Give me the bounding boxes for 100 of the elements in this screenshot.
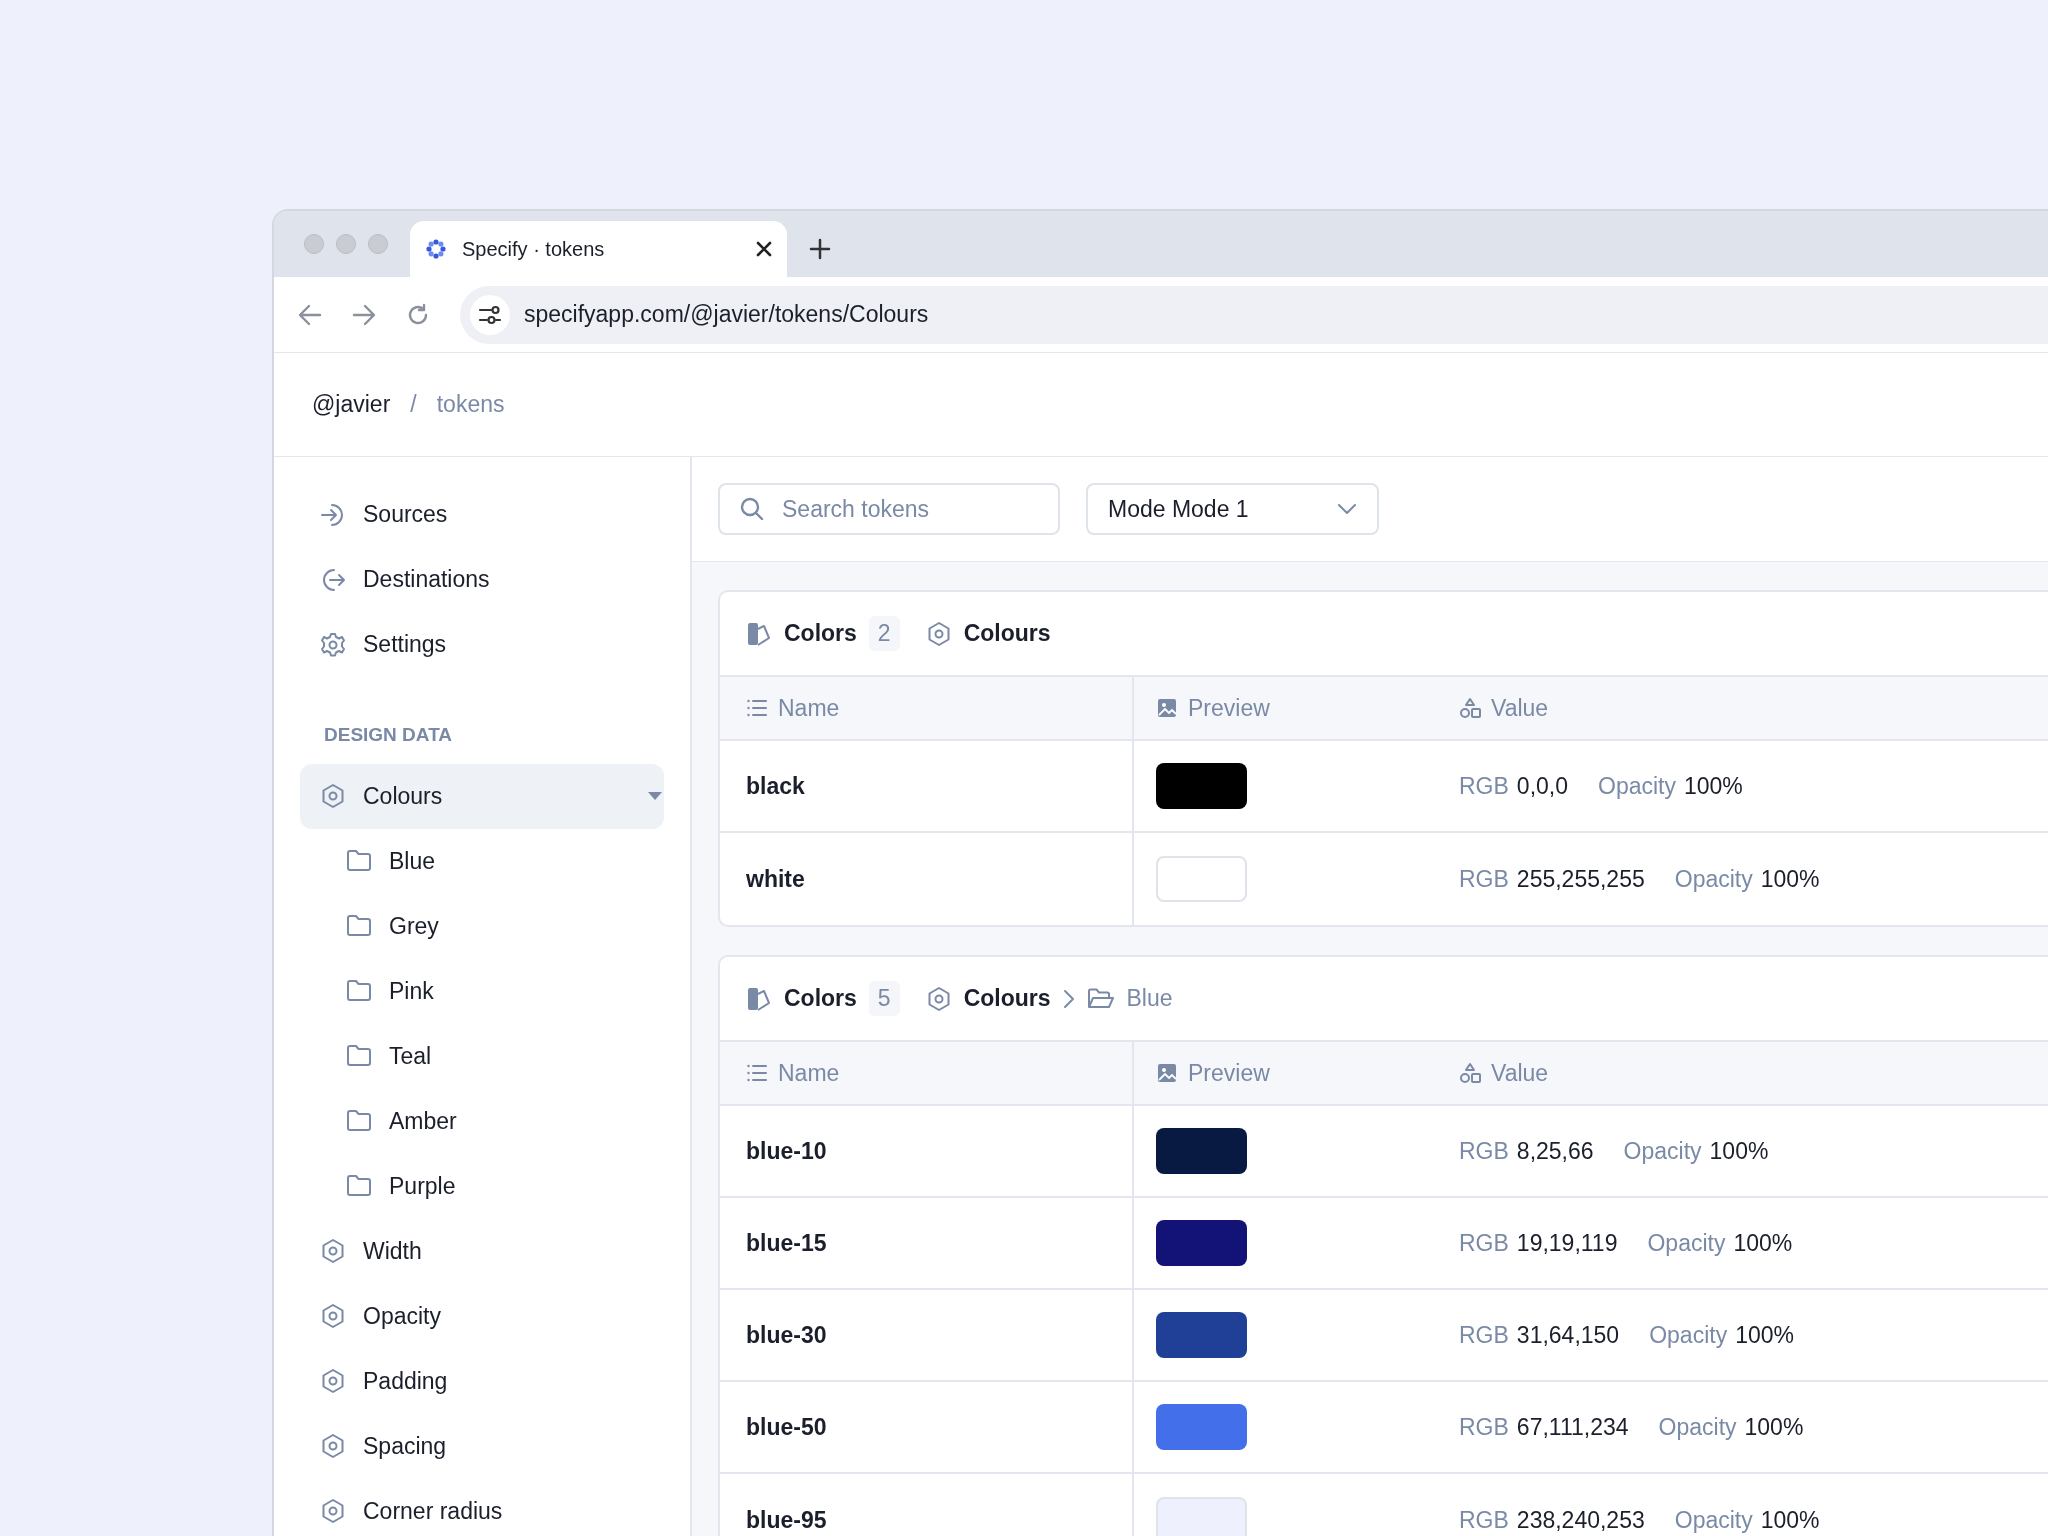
sidebar-item[interactable]: Corner radius bbox=[300, 1478, 664, 1536]
column-header: Preview bbox=[1188, 1058, 1270, 1088]
value-label: RGB bbox=[1459, 1228, 1509, 1258]
value-label: Opacity bbox=[1658, 1412, 1737, 1442]
value-label: Opacity bbox=[1649, 1320, 1728, 1350]
back-arrow-icon[interactable] bbox=[298, 303, 322, 326]
sidebar-nav-item[interactable]: Destinations bbox=[300, 547, 664, 612]
address-bar[interactable]: specifyapp.com/@javier/tokens/Colours bbox=[460, 285, 2048, 344]
folder-icon bbox=[346, 848, 372, 874]
token-name: blue-10 bbox=[746, 1136, 827, 1166]
sidebar-item[interactable]: Opacity bbox=[300, 1283, 664, 1349]
column-header: Name bbox=[778, 693, 840, 723]
hexagon-icon bbox=[320, 1433, 346, 1459]
sidebar-item[interactable]: Padding bbox=[300, 1348, 664, 1414]
count-badge: 2 bbox=[868, 616, 900, 651]
opacity-value: 100% bbox=[1760, 1505, 1820, 1535]
folder-icon bbox=[346, 913, 372, 939]
dotted-ring-icon bbox=[424, 237, 448, 261]
search-icon bbox=[740, 497, 764, 521]
open-folder-icon bbox=[1086, 986, 1115, 1011]
path-link[interactable]: Colours bbox=[963, 616, 1051, 651]
list-icon bbox=[746, 1062, 768, 1084]
folder-icon bbox=[346, 978, 372, 1004]
opacity-value: 100% bbox=[1744, 1412, 1804, 1442]
arrow-out-icon bbox=[320, 566, 346, 593]
sidebar-nav-item[interactable]: Sources bbox=[300, 482, 664, 547]
plus-icon[interactable] bbox=[809, 238, 831, 260]
sidebar-folder-item[interactable]: Teal bbox=[300, 1023, 664, 1089]
close-icon[interactable] bbox=[755, 240, 773, 258]
folder-icon bbox=[346, 1173, 372, 1199]
rgb-value: 0,0,0 bbox=[1516, 771, 1568, 801]
sidebar-folder-item[interactable]: Grey bbox=[300, 893, 664, 959]
rgb-value: 238,240,253 bbox=[1516, 1505, 1645, 1535]
value-label: RGB bbox=[1459, 1505, 1509, 1535]
reload-icon[interactable] bbox=[406, 302, 430, 327]
sidebar-item[interactable]: Width bbox=[300, 1218, 664, 1284]
rgb-value: 31,64,150 bbox=[1516, 1320, 1620, 1350]
path-link[interactable]: Colours bbox=[963, 981, 1051, 1016]
image-icon bbox=[1156, 697, 1178, 719]
color-swatch-icon bbox=[746, 620, 772, 647]
sidebar-item[interactable]: Spacing bbox=[300, 1413, 664, 1479]
token-name: blue-15 bbox=[746, 1228, 827, 1258]
value-label: RGB bbox=[1459, 864, 1509, 894]
browser-tab[interactable]: Specify · tokens bbox=[410, 221, 787, 277]
opacity-value: 100% bbox=[1760, 864, 1820, 894]
sidebar-folder-item[interactable]: Amber bbox=[300, 1088, 664, 1154]
caret-down-icon bbox=[646, 790, 664, 802]
sidebar-folder-item[interactable]: Pink bbox=[300, 958, 664, 1024]
image-icon bbox=[1156, 1062, 1178, 1084]
chevron-right-icon bbox=[1062, 988, 1075, 1009]
mode-dropdown[interactable]: Mode Mode 1 bbox=[1086, 483, 1379, 535]
token-name: white bbox=[746, 864, 805, 894]
sidebar-nav-item[interactable]: Settings bbox=[300, 612, 664, 677]
opacity-value: 100% bbox=[1733, 1228, 1793, 1258]
url-text: specifyapp.com/@javier/tokens/Colours bbox=[524, 300, 929, 330]
group-type-label: Colors bbox=[784, 984, 857, 1014]
arrow-in-icon bbox=[320, 501, 346, 528]
count-badge: 5 bbox=[868, 981, 900, 1016]
opacity-value: 100% bbox=[1684, 771, 1743, 801]
group-type-label: Colors bbox=[784, 619, 857, 649]
sidebar-item[interactable]: Colours bbox=[300, 763, 664, 829]
column-header: Name bbox=[778, 1058, 840, 1088]
rgb-value: 8,25,66 bbox=[1516, 1136, 1594, 1166]
value-label: RGB bbox=[1459, 1320, 1509, 1350]
value-label: Opacity bbox=[1598, 771, 1676, 801]
token-name: black bbox=[746, 771, 805, 801]
color-swatch-icon bbox=[746, 985, 772, 1012]
window-control-dot[interactable] bbox=[336, 234, 356, 254]
settings-icon bbox=[320, 631, 346, 658]
chevron-down-icon bbox=[1337, 503, 1357, 515]
hexagon-icon bbox=[320, 1368, 346, 1394]
list-icon bbox=[746, 697, 768, 719]
hexagon-icon bbox=[320, 1238, 346, 1264]
rgb-value: 67,111,234 bbox=[1516, 1412, 1629, 1442]
column-header: Value bbox=[1491, 693, 1549, 723]
shapes-icon bbox=[1459, 697, 1481, 719]
forward-arrow-icon[interactable] bbox=[352, 303, 376, 326]
token-name: blue-30 bbox=[746, 1320, 827, 1350]
rgb-value: 255,255,255 bbox=[1516, 864, 1645, 894]
sidebar-folder-item[interactable]: Purple bbox=[300, 1153, 664, 1219]
search-field[interactable]: Search tokens bbox=[718, 483, 1060, 535]
window-control-dot[interactable] bbox=[368, 234, 388, 254]
token-name: blue-95 bbox=[746, 1505, 827, 1535]
sidebar-folder-item[interactable]: Blue bbox=[300, 828, 664, 894]
value-label: RGB bbox=[1459, 1412, 1509, 1442]
value-label: RGB bbox=[1459, 1136, 1509, 1166]
value-label: Opacity bbox=[1674, 864, 1753, 894]
value-label: Opacity bbox=[1647, 1228, 1726, 1258]
hexagon-icon bbox=[320, 1498, 346, 1524]
breadcrumb-separator: / bbox=[410, 390, 417, 420]
opacity-value: 100% bbox=[1709, 1136, 1769, 1166]
column-header: Value bbox=[1491, 1058, 1549, 1088]
section-title: DESIGN DATA bbox=[324, 723, 454, 747]
shapes-icon bbox=[1459, 1062, 1481, 1084]
breadcrumb-link[interactable]: @javier bbox=[312, 387, 391, 422]
folder-icon bbox=[346, 1108, 372, 1134]
sliders-icon[interactable] bbox=[478, 303, 502, 326]
hexagon-icon bbox=[320, 1303, 346, 1329]
token-name: blue-50 bbox=[746, 1412, 827, 1442]
window-control-dot[interactable] bbox=[304, 234, 324, 254]
